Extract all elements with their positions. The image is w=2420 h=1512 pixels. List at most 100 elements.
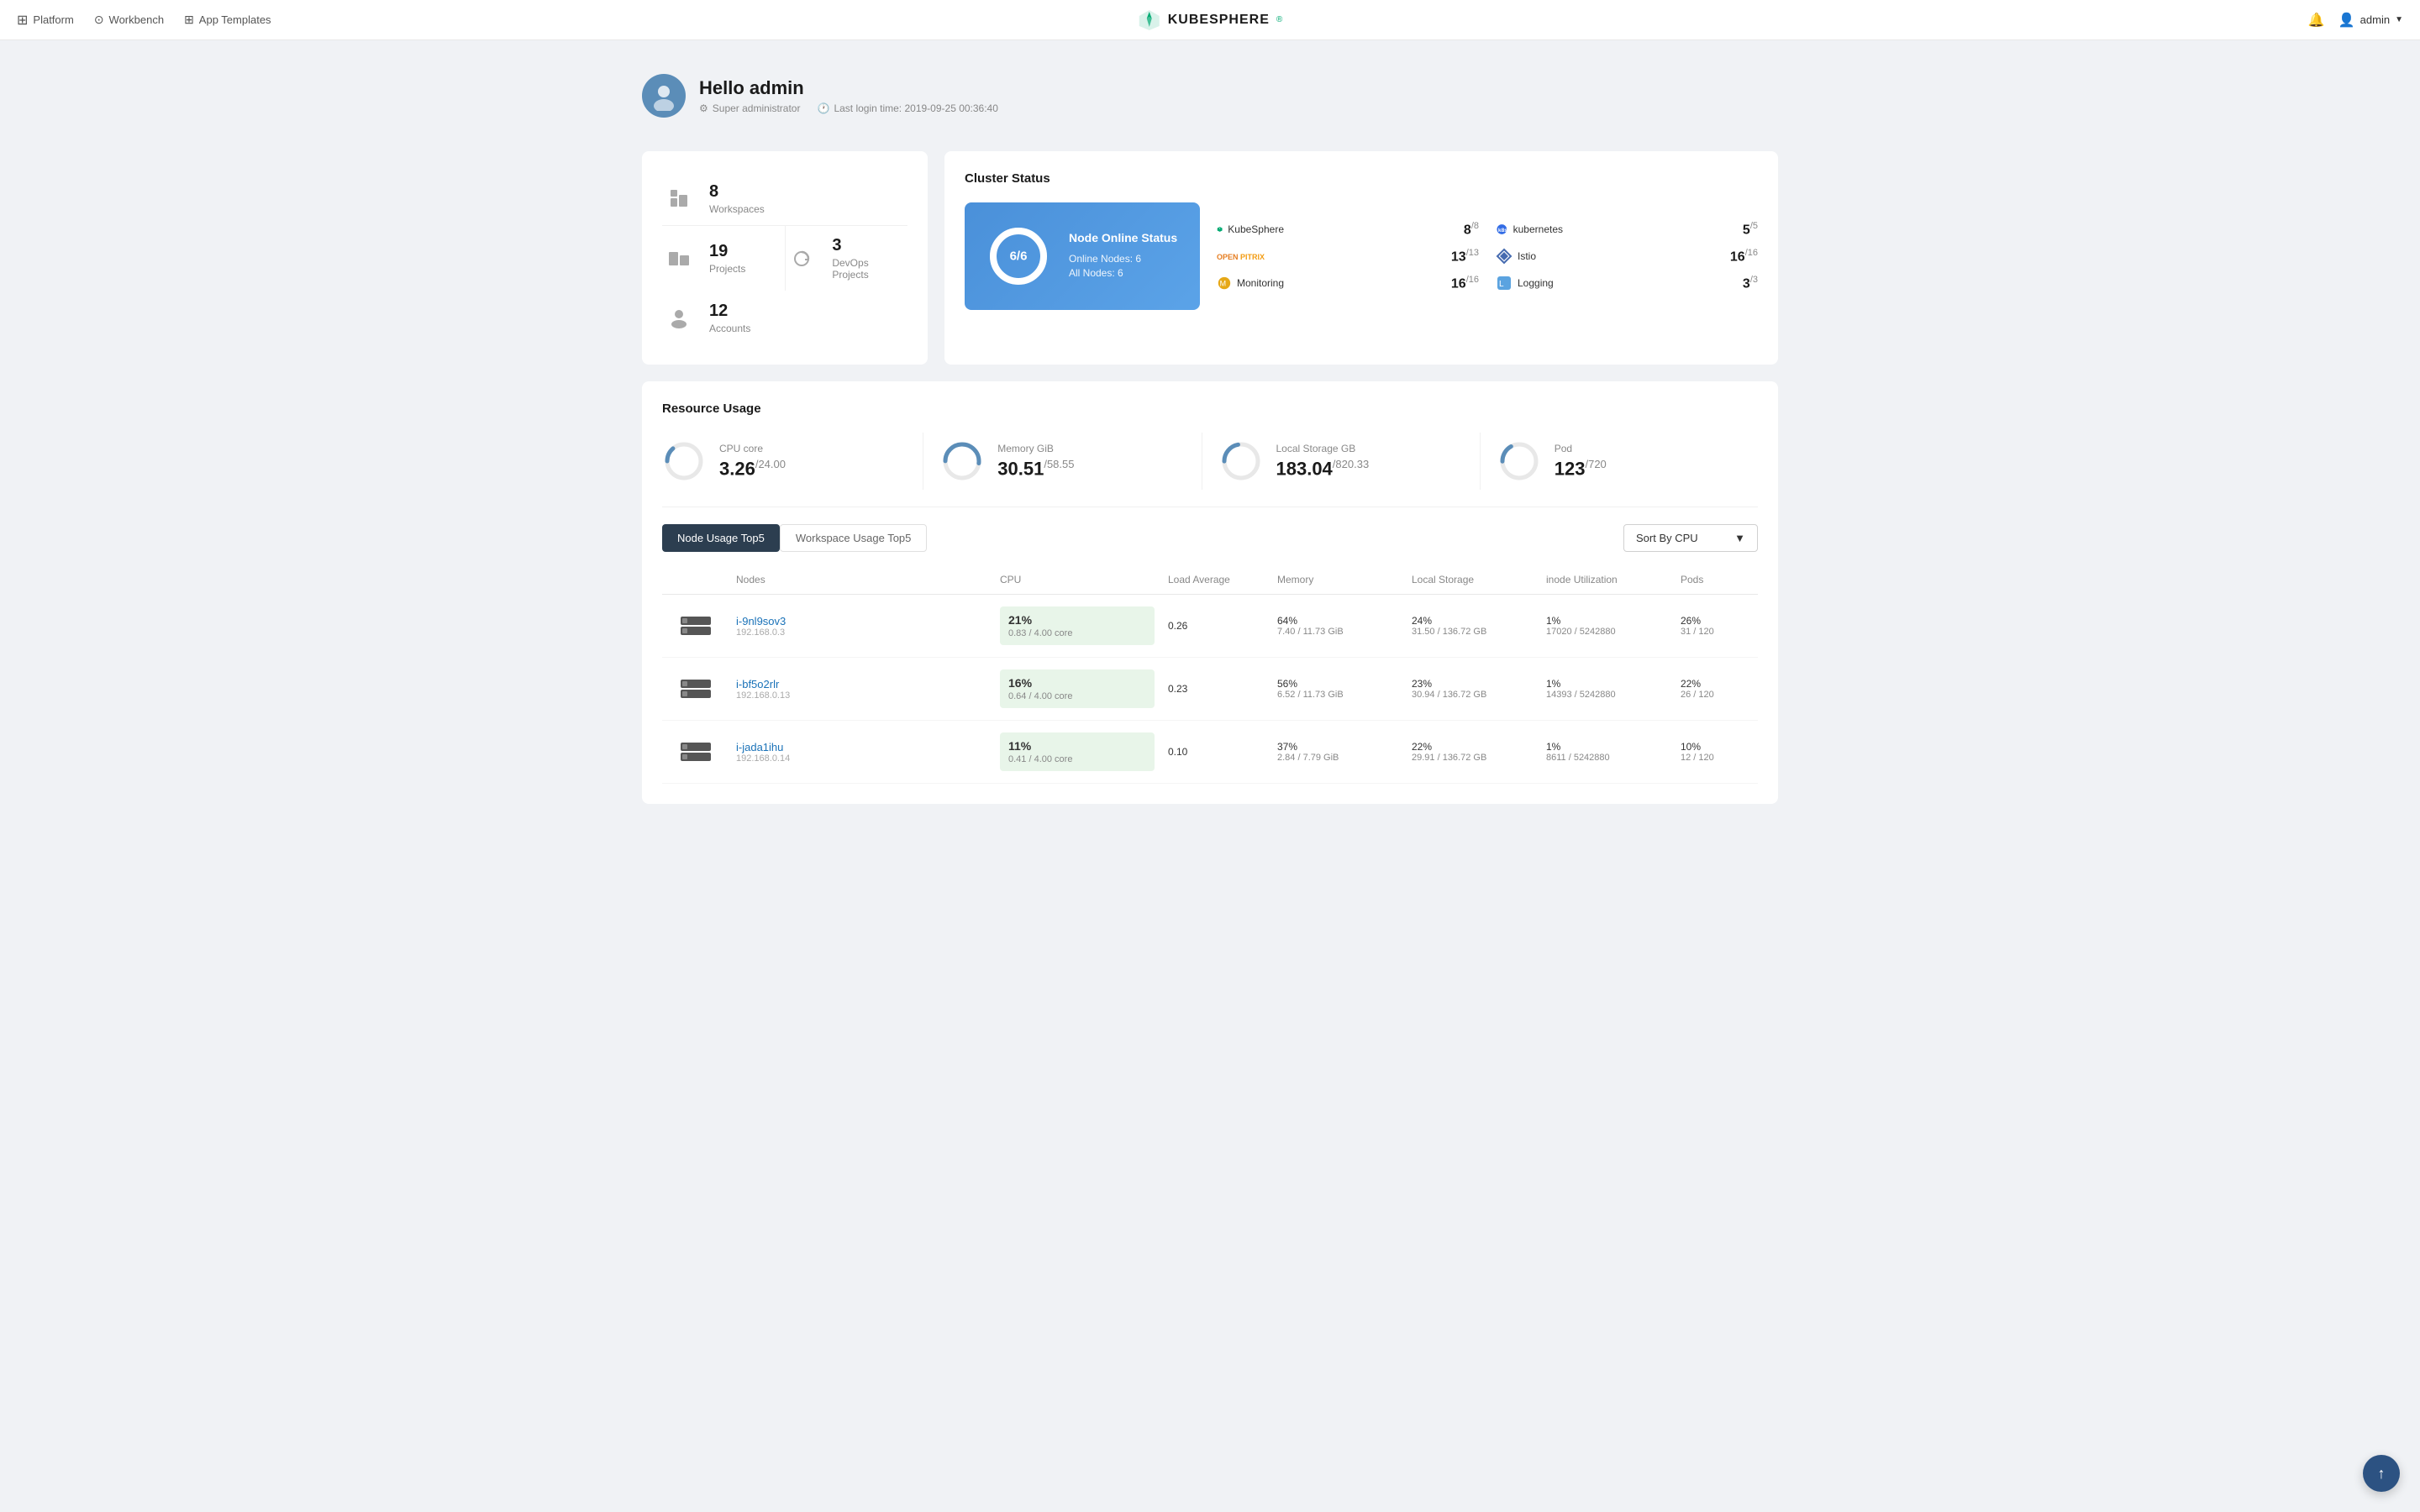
clock-icon: 🕐 (817, 102, 829, 114)
cpu-bar-1: 21% 0.83 / 4.00 core (1000, 606, 1155, 645)
kubesphere-name: KubeSphere (1228, 223, 1284, 235)
node-info-3: i-jada1ihu 192.168.0.14 (729, 741, 993, 764)
svg-text:L: L (1499, 280, 1504, 289)
resource-metrics: CPU core 3.26/24.00 Memory GiB 30.51/58.… (662, 433, 1758, 507)
accounts-info: 12 Accounts (709, 302, 750, 334)
cpu-pct-2: 16% (1008, 676, 1146, 690)
memory-detail-1: 7.40 / 11.73 GiB (1277, 627, 1398, 637)
service-openpitrix: OPENPITRIX 13/13 (1217, 248, 1479, 265)
workspace-usage-tab[interactable]: Workspace Usage Top5 (780, 524, 928, 552)
col-nodes: Nodes (729, 574, 993, 585)
notifications-icon[interactable]: 🔔 (2308, 12, 2325, 29)
memory-pct-2: 56% (1277, 678, 1398, 690)
inode-cell-3: 1% 8611 / 5242880 (1539, 741, 1674, 763)
col-pods: Pods (1674, 574, 1758, 585)
logo-text: KUBESPHERE (1168, 13, 1270, 28)
node-status-box: 6/6 Node Online Status Online Nodes: 6 A… (965, 202, 1200, 310)
resource-title: Resource Usage (662, 402, 1758, 416)
col-cpu: CPU (993, 574, 1161, 585)
storage-cell-3: 22% 29.91 / 136.72 GB (1405, 741, 1539, 763)
cluster-card: Cluster Status 6/6 Node Online Status On… (944, 151, 1778, 365)
storage-pct-1: 24% (1412, 615, 1533, 627)
col-storage: Local Storage (1405, 574, 1539, 585)
sort-dropdown[interactable]: Sort By CPU ▼ (1623, 524, 1758, 552)
node-name-3: i-jada1ihu (736, 741, 986, 753)
workspaces-info: 8 Workspaces (709, 182, 765, 215)
col-load: Load Average (1161, 574, 1270, 585)
kubernetes-count: 5/5 (1743, 221, 1758, 238)
logging-count: 3/3 (1743, 275, 1758, 291)
storage-value: 183.04/820.33 (1276, 458, 1370, 480)
cpu-pct-3: 11% (1008, 739, 1146, 753)
kubernetes-logo: k8s kubernetes (1496, 221, 1563, 238)
load-cell-3: 0.10 (1161, 746, 1270, 758)
workspaces-icon (662, 181, 696, 215)
app-templates-nav[interactable]: ⊞ App Templates (184, 13, 271, 27)
user-menu[interactable]: 👤 admin ▼ (2338, 12, 2403, 29)
table-header: Nodes CPU Load Average Memory Local Stor… (662, 565, 1758, 595)
online-nodes: Online Nodes: 6 (1069, 253, 1177, 265)
storage-cell-2: 23% 30.94 / 136.72 GB (1405, 678, 1539, 700)
devops-stat[interactable]: 3 DevOps Projects (786, 226, 908, 291)
top-row: 8 Workspaces 19 Projects (642, 151, 1778, 365)
service-kubesphere: KubeSphere 8/8 (1217, 221, 1479, 238)
inode-detail-2: 14393 / 5242880 (1546, 690, 1667, 700)
cpu-pct-1: 21% (1008, 613, 1146, 627)
memory-detail-2: 6.52 / 11.73 GiB (1277, 690, 1398, 700)
projects-info: 19 Projects (709, 242, 745, 275)
openpitrix-count: 13/13 (1451, 248, 1479, 265)
workspaces-count: 8 (709, 182, 765, 202)
arrow-up-icon: ↑ (2378, 1465, 2386, 1483)
pods-cell-1: 26% 31 / 120 (1674, 615, 1758, 637)
cpu-cell-3: 11% 0.41 / 4.00 core (993, 732, 1161, 771)
chevron-down-icon: ▼ (1734, 532, 1745, 544)
node-ip-1: 192.168.0.3 (736, 627, 986, 638)
pods-cell-2: 22% 26 / 120 (1674, 678, 1758, 700)
platform-icon: ⊞ (17, 12, 28, 29)
user-icon: 👤 (2338, 12, 2355, 29)
node-name-1: i-9nl9sov3 (736, 615, 986, 627)
resource-card: Resource Usage CPU core 3.26/24.00 (642, 381, 1778, 804)
chevron-down-icon: ▼ (2395, 15, 2403, 24)
node-ip-3: 192.168.0.14 (736, 753, 986, 764)
memory-cell-2: 56% 6.52 / 11.73 GiB (1270, 678, 1405, 700)
inode-detail-1: 17020 / 5242880 (1546, 627, 1667, 637)
role-item: ⚙ Super administrator (699, 102, 800, 114)
storage-metric: Local Storage GB 183.04/820.33 (1202, 433, 1481, 490)
workbench-label: Workbench (109, 13, 165, 26)
sort-label: Sort By CPU (1636, 532, 1698, 544)
welcome-text: Hello admin ⚙ Super administrator 🕐 Last… (699, 77, 998, 114)
devops-info: 3 DevOps Projects (832, 236, 908, 281)
scroll-top-button[interactable]: ↑ (2363, 1455, 2400, 1492)
logo-icon (1138, 8, 1161, 32)
istio-name: Istio (1518, 250, 1536, 262)
storage-detail-3: 29.91 / 136.72 GB (1412, 753, 1533, 763)
col-icon (662, 574, 729, 585)
accounts-stat[interactable]: 12 Accounts (662, 291, 908, 344)
memory-info: Memory GiB 30.51/58.55 (997, 443, 1074, 480)
platform-nav[interactable]: ⊞ Platform (17, 12, 74, 29)
node-donut: 6/6 (985, 223, 1052, 290)
cluster-title: Cluster Status (965, 171, 1758, 186)
pod-donut (1497, 439, 1541, 483)
inode-detail-3: 8611 / 5242880 (1546, 753, 1667, 763)
storage-pct-2: 23% (1412, 678, 1533, 690)
node-usage-tab[interactable]: Node Usage Top5 (662, 524, 780, 552)
svg-text:PITRIX: PITRIX (1240, 253, 1265, 261)
all-nodes: All Nodes: 6 (1069, 267, 1177, 279)
service-istio: Istio 16/16 (1496, 248, 1758, 265)
workbench-nav[interactable]: ⊙ Workbench (94, 13, 164, 27)
monitoring-name: Monitoring (1237, 277, 1284, 289)
devops-icon (786, 242, 819, 276)
memory-pct-3: 37% (1277, 741, 1398, 753)
pod-label: Pod (1555, 443, 1607, 454)
svg-text:k8s: k8s (1498, 228, 1507, 234)
projects-stat[interactable]: 19 Projects (662, 226, 786, 291)
projects-label: Projects (709, 263, 745, 275)
storage-pct-3: 22% (1412, 741, 1533, 753)
workspaces-stat[interactable]: 8 Workspaces (662, 171, 908, 226)
memory-detail-3: 2.84 / 7.79 GiB (1277, 753, 1398, 763)
cpu-detail-1: 0.83 / 4.00 core (1008, 628, 1146, 638)
cpu-detail-2: 0.64 / 4.00 core (1008, 691, 1146, 701)
memory-value: 30.51/58.55 (997, 458, 1074, 480)
